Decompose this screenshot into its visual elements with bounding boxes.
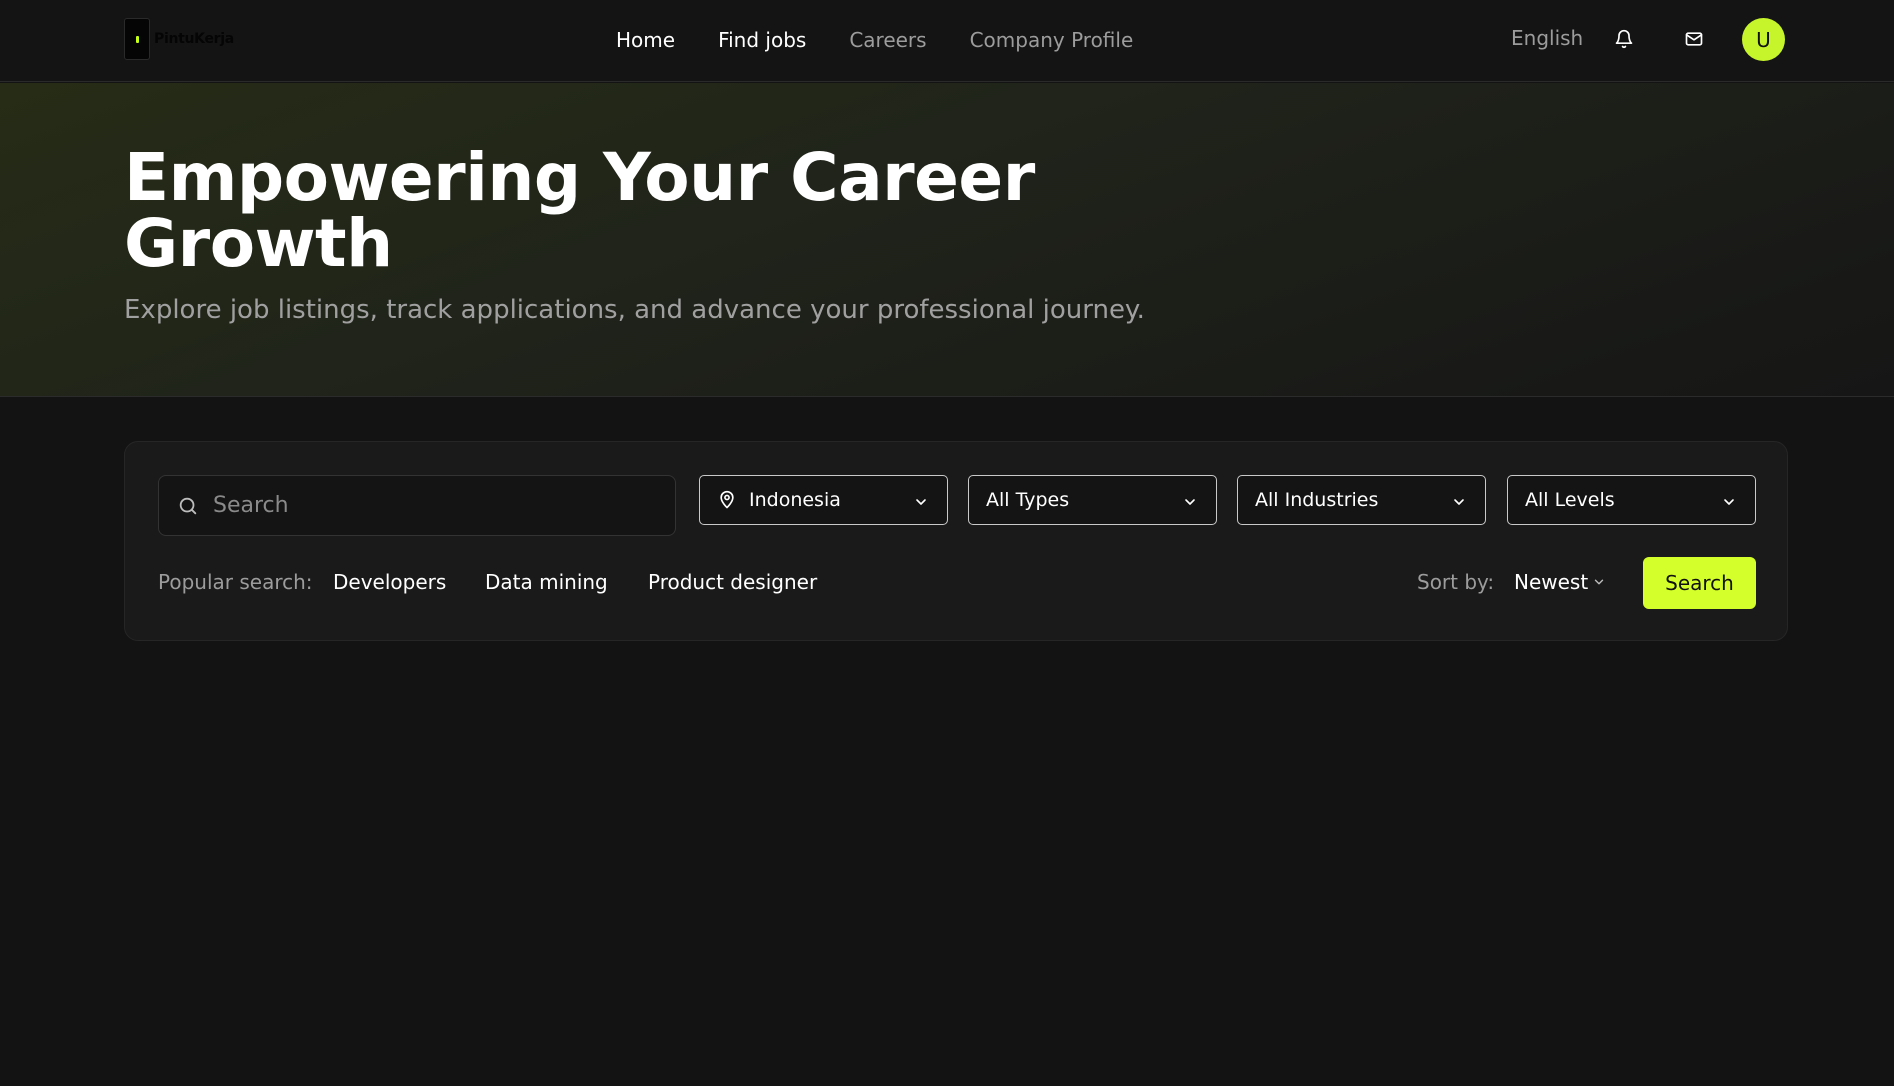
hero-section: Empowering Your Career Growth Explore jo… — [0, 83, 1894, 397]
mail-icon — [1685, 32, 1703, 46]
search-input[interactable] — [213, 493, 643, 518]
brand-name: PintuKerja — [154, 31, 234, 47]
industry-value: All Industries — [1255, 489, 1379, 511]
popular-search-label: Popular search: — [158, 570, 313, 594]
main-nav: Home Find jobs Careers Company Profile — [616, 22, 1133, 58]
popular-search-data-mining[interactable]: Data mining — [485, 570, 608, 594]
sort-value: Newest — [1514, 570, 1589, 594]
popular-search-developers[interactable]: Developers — [333, 570, 446, 594]
nav-item-company-profile[interactable]: Company Profile — [970, 28, 1134, 52]
job-type-value: All Types — [986, 489, 1070, 511]
chevron-down-icon — [1182, 493, 1198, 515]
messages-button[interactable] — [1680, 25, 1708, 53]
hero-subtitle: Explore job listings, track applications… — [124, 295, 1145, 325]
sort-dropdown[interactable]: Newest — [1514, 570, 1606, 594]
job-search-panel: Indonesia All Types All Industries All L… — [124, 441, 1788, 641]
door-logo-icon — [124, 18, 150, 60]
notifications-button[interactable] — [1610, 25, 1638, 53]
nav-item-find-jobs[interactable]: Find jobs — [718, 28, 806, 52]
search-button[interactable]: Search — [1643, 557, 1756, 609]
location-value: Indonesia — [749, 489, 841, 511]
brand-logo[interactable]: PintuKerja — [124, 18, 234, 60]
bell-icon — [1615, 29, 1633, 49]
popular-search-product-designer[interactable]: Product designer — [648, 570, 817, 594]
sort-label: Sort by: — [1417, 570, 1495, 594]
location-dropdown[interactable]: Indonesia — [699, 475, 948, 525]
chevron-down-icon — [1721, 493, 1737, 515]
nav-item-home[interactable]: Home — [616, 28, 675, 52]
industry-dropdown[interactable]: All Industries — [1237, 475, 1486, 525]
map-pin-icon — [717, 490, 737, 510]
language-selector[interactable]: English — [1511, 26, 1583, 50]
top-navigation-bar: PintuKerja Home Find jobs Careers Compan… — [0, 0, 1894, 82]
level-dropdown[interactable]: All Levels — [1507, 475, 1756, 525]
chevron-down-icon — [1595, 579, 1604, 585]
chevron-down-icon — [1451, 493, 1467, 515]
level-value: All Levels — [1525, 489, 1615, 511]
search-icon — [175, 493, 201, 519]
hero-title: Empowering Your Career Growth — [124, 139, 1035, 282]
search-field[interactable] — [158, 475, 676, 536]
nav-item-careers[interactable]: Careers — [849, 28, 926, 52]
user-avatar[interactable]: U — [1742, 18, 1785, 61]
chevron-down-icon — [913, 493, 929, 515]
job-type-dropdown[interactable]: All Types — [968, 475, 1217, 525]
